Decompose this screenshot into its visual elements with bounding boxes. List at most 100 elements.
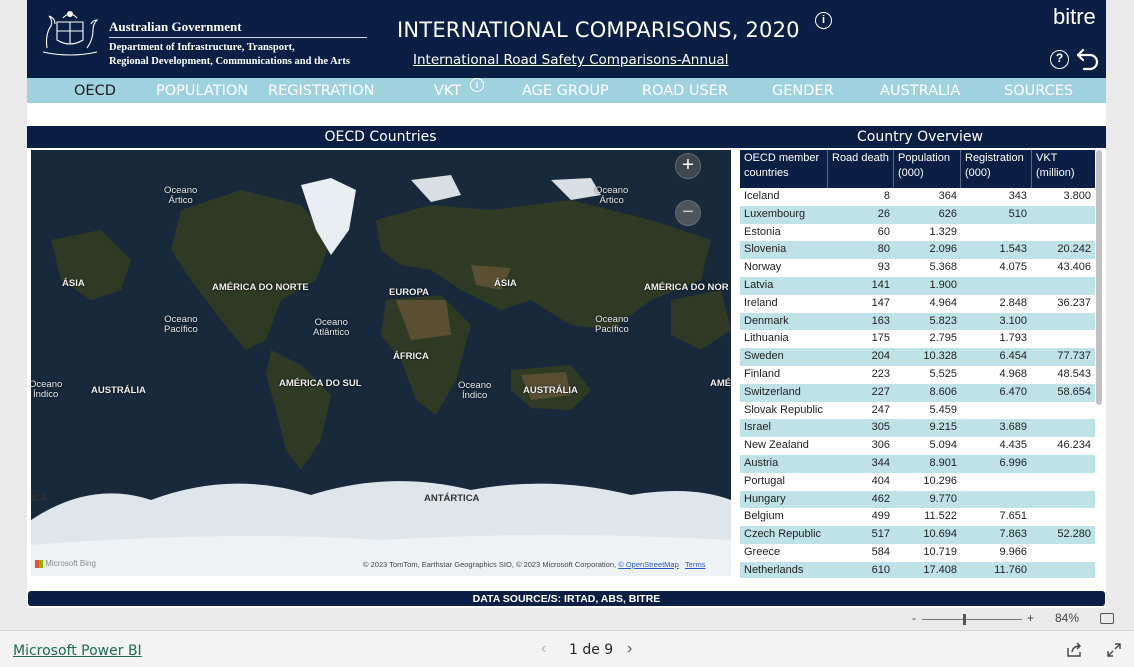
fit-to-page-icon[interactable]	[1100, 613, 1114, 624]
column-header[interactable]: VKT (million)	[1032, 150, 1095, 188]
next-page-icon[interactable]: ›	[627, 640, 632, 658]
share-icon[interactable]	[1066, 642, 1082, 658]
terms-link[interactable]: Terms	[685, 560, 705, 569]
tab-vkt[interactable]: VKT	[434, 78, 461, 103]
table-row[interactable]: Sweden 204 10.328 6.454 77.737	[740, 348, 1095, 366]
table-row[interactable]: Denmark 163 5.823 3.100	[740, 312, 1095, 331]
value-cell	[961, 402, 1027, 420]
map-label: ÁFRICA	[393, 351, 429, 362]
map-zoom-in-button[interactable]: +	[675, 153, 701, 179]
table-row[interactable]: Luxembourg 26 626 510	[740, 205, 1095, 224]
department-line-2: Regional Development, Communications and…	[109, 56, 350, 67]
table-row[interactable]: Belgium 499 11.522 7.651	[740, 508, 1095, 526]
table-row[interactable]: Greece 584 10.719 9.966	[740, 544, 1095, 562]
value-cell: 306	[871, 439, 890, 452]
table-row[interactable]: Switzerland 227 8.606 6.470 58.654	[740, 383, 1095, 402]
table-row[interactable]: Slovak Republic 247 5.459	[740, 402, 1095, 420]
value-cell: 11.760	[994, 563, 1027, 576]
map-label: AMÉRICA DO NOR	[644, 282, 729, 293]
value-cell	[1032, 313, 1091, 331]
fullscreen-icon[interactable]	[1106, 642, 1122, 658]
value-cell: 4.968	[999, 368, 1027, 380]
tab-gender[interactable]: GENDER	[772, 78, 834, 103]
previous-page-icon[interactable]: ‹	[541, 640, 546, 658]
country-name-cell: Denmark	[744, 314, 789, 327]
country-name-cell: Slovenia	[744, 243, 787, 256]
data-source-bar: DATA SOURCE/S: IRTAD, ABS, BITRE	[28, 591, 1105, 606]
tab-australia[interactable]: AUSTRALIA	[880, 78, 960, 103]
tab-registration[interactable]: REGISTRATION	[268, 78, 374, 103]
value-cell: 147	[871, 296, 890, 309]
value-cell: 344	[871, 457, 890, 469]
zoom-slider-thumb[interactable]	[963, 614, 966, 625]
map-label: Oceano Pacífico	[164, 314, 198, 335]
status-bar: Microsoft Power BI ‹ 1 de 9 ›	[0, 630, 1134, 667]
country-name-cell: Slovak Republic	[744, 403, 823, 416]
table-row[interactable]: Slovenia 80 2.096 1.543 20.242	[740, 241, 1095, 260]
value-cell: 204	[871, 350, 890, 363]
zoom-slider[interactable]	[922, 619, 1022, 620]
divider	[109, 37, 367, 38]
map-panel-title: OECD Countries	[27, 126, 734, 148]
table-row[interactable]: Hungary 462 9.770	[740, 490, 1095, 509]
back-icon[interactable]	[1075, 46, 1101, 72]
tab-road-user[interactable]: ROAD USER	[642, 78, 728, 103]
table-scrollbar[interactable]	[1096, 150, 1102, 405]
map-label: AUSTRÁLIA	[91, 385, 146, 396]
value-cell: 5.368	[929, 261, 957, 274]
zoom-out-button[interactable]: -	[912, 611, 916, 625]
value-cell: 3.800	[1063, 190, 1091, 202]
value-cell	[1032, 330, 1091, 348]
table-row[interactable]: Lithuania 175 2.795 1.793	[740, 330, 1095, 348]
column-header[interactable]: Road death	[828, 150, 894, 188]
table-row[interactable]: Israel 305 9.215 3.689	[740, 419, 1095, 438]
zoom-in-button[interactable]: +	[1027, 611, 1034, 625]
value-cell: 10.719	[923, 546, 957, 558]
value-cell: 9.966	[999, 546, 1027, 558]
tab-oecd[interactable]: OECD	[74, 78, 116, 103]
value-cell: 3.689	[999, 421, 1027, 434]
value-cell: 36.237	[1057, 296, 1091, 309]
table-row[interactable]: Iceland 8 364 343 3.800	[740, 188, 1095, 206]
table-row[interactable]: Portugal 404 10.296	[740, 473, 1095, 491]
bitre-logo: bitre	[1053, 4, 1096, 29]
map-zoom-out-button[interactable]: −	[675, 200, 701, 226]
tab-sources[interactable]: SOURCES	[1004, 78, 1073, 103]
tab-population[interactable]: POPULATION	[156, 78, 248, 103]
table-row[interactable]: Estonia 60 1.329	[740, 224, 1095, 242]
world-map[interactable]: Oceano Ártico Oceano Ártico ÁSIA AMÉRICA D…	[31, 150, 731, 576]
info-icon[interactable]: i	[815, 12, 832, 29]
value-cell: 223	[871, 368, 890, 380]
table-row[interactable]: Austria 344 8.901 6.996	[740, 455, 1095, 473]
value-cell: 517	[871, 528, 890, 541]
table-row[interactable]: Netherlands 610 17.408 11.760	[740, 561, 1095, 578]
map-label: AMÉRICA DO SUL	[279, 378, 362, 389]
value-cell: 141	[871, 279, 890, 291]
value-cell	[961, 491, 1027, 509]
value-cell	[1032, 544, 1091, 562]
table-row[interactable]: New Zealand 306 5.094 4.435 46.234	[740, 437, 1095, 455]
value-cell: 163	[871, 314, 890, 327]
table-row[interactable]: Czech Republic 517 10.694 7.863 52.280	[740, 526, 1095, 544]
tab-age-group[interactable]: AGE GROUP	[522, 78, 609, 103]
help-icon[interactable]: ?	[1050, 50, 1069, 69]
country-overview-table[interactable]: OECD member countries Road death Populat…	[740, 150, 1095, 578]
value-cell: 4.964	[929, 296, 957, 309]
column-header[interactable]: OECD member countries	[740, 150, 828, 188]
table-row[interactable]: Norway 93 5.368 4.075 43.406	[740, 259, 1095, 277]
table-row[interactable]: Finland 223 5.525 4.968 48.543	[740, 366, 1095, 384]
value-cell: 58.654	[1057, 385, 1091, 398]
column-header[interactable]: Population (000)	[894, 150, 961, 188]
value-cell: 2.848	[999, 296, 1027, 309]
vkt-info-icon[interactable]: i	[470, 78, 484, 92]
value-cell: 1.543	[999, 243, 1027, 256]
bing-logo: Microsoft Bing	[35, 559, 96, 568]
openstreetmap-link[interactable]: © OpenStreetMap	[618, 560, 679, 569]
powerbi-link[interactable]: Microsoft Power BI	[13, 643, 142, 659]
table-row[interactable]: Ireland 147 4.964 2.848 36.237	[740, 295, 1095, 313]
subtitle-link[interactable]: International Road Safety Comparisons-An…	[413, 52, 728, 68]
table-row[interactable]: Latvia 141 1.900	[740, 277, 1095, 295]
country-name-cell: Ireland	[744, 296, 778, 309]
value-cell: 9.215	[929, 421, 957, 434]
column-header[interactable]: Registration (000)	[961, 150, 1032, 188]
